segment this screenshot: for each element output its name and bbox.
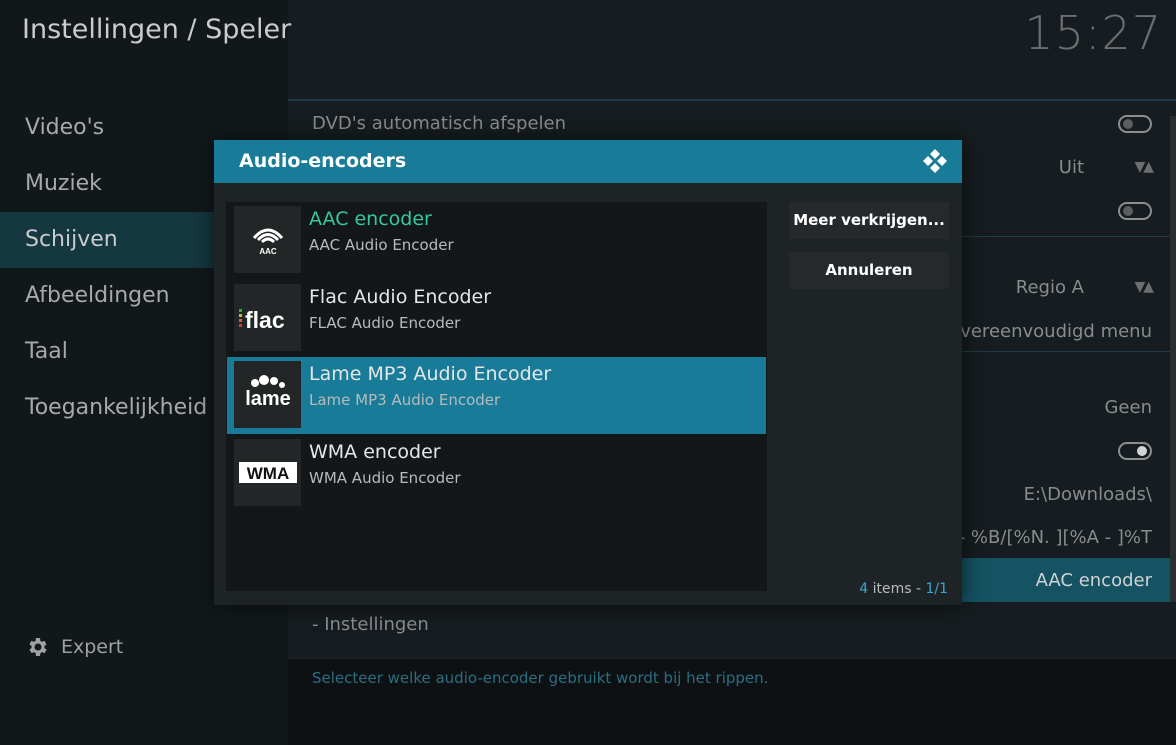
item-title: Flac Audio Encoder xyxy=(309,286,492,308)
spin-arrows-icon[interactable]: ▼▲ xyxy=(1134,279,1153,295)
svg-text:WMA: WMA xyxy=(246,464,288,483)
setting-row-dvd-autoplay[interactable]: DVD's automatisch afspelen xyxy=(288,101,1176,145)
setting-value-path: E:\Downloads\ xyxy=(1023,484,1152,505)
list-item-flac[interactable]: flac Flac Audio Encoder FLAC Audio Encod… xyxy=(227,280,766,357)
expert-label: Expert xyxy=(61,636,124,658)
setting-label-instellingen: - Instellingen xyxy=(312,614,429,635)
item-subtitle: FLAC Audio Encoder xyxy=(309,314,461,332)
scrollbar[interactable] xyxy=(1170,116,1176,602)
lame-logo: lame xyxy=(234,361,301,428)
item-title: WMA encoder xyxy=(309,441,441,463)
item-title: AAC encoder xyxy=(309,208,432,230)
aac-logo-icon: AAC xyxy=(252,228,283,256)
wma-logo-icon: WMA xyxy=(238,461,297,483)
item-title: Lame MP3 Audio Encoder xyxy=(309,363,552,385)
item-subtitle: AAC Audio Encoder xyxy=(309,236,454,254)
svg-text:AAC: AAC xyxy=(259,247,277,256)
spin-arrows-icon[interactable]: ▼▲ xyxy=(1134,159,1153,175)
setting-label-simplified-menu: n vereenvoudigd menu xyxy=(943,321,1152,342)
list-item-aac[interactable]: AAC AAC encoder AAC Audio Encoder xyxy=(227,202,766,279)
count-page: 1/1 xyxy=(925,581,948,597)
flac-logo: flac xyxy=(234,284,301,351)
flac-logo-icon: flac xyxy=(238,307,285,333)
gear-icon xyxy=(29,638,47,656)
page-title: Instellingen / Speler xyxy=(22,14,292,45)
dialog-title: Audio-encoders xyxy=(239,150,407,172)
count-items-label: items - xyxy=(868,581,926,597)
kodi-logo-icon xyxy=(923,149,947,173)
item-count: 4 items - 1/1 xyxy=(859,581,948,597)
setting-value-regio: Regio A xyxy=(1015,277,1084,298)
list-item-lame[interactable]: lame Lame MP3 Audio Encoder Lame MP3 Aud… xyxy=(227,357,766,434)
audio-encoders-dialog: Audio-encoders AAC AAC encoder AAC Audio… xyxy=(214,140,962,605)
item-subtitle: Lame MP3 Audio Encoder xyxy=(309,391,501,409)
cancel-button[interactable]: Annuleren xyxy=(789,252,949,289)
setting-label-dvd-autoplay: DVD's automatisch afspelen xyxy=(312,113,567,134)
setting-row-instellingen[interactable]: - Instellingen xyxy=(288,602,1176,646)
encoder-list: AAC AAC encoder AAC Audio Encoder flac F… xyxy=(226,202,767,591)
toggle-setting-2[interactable] xyxy=(1118,202,1152,220)
get-more-button[interactable]: Meer verkrijgen... xyxy=(789,202,949,239)
list-item-wma[interactable]: WMA WMA encoder WMA Audio Encoder xyxy=(227,435,766,512)
wma-logo: WMA xyxy=(234,439,301,506)
lame-logo-icon: lame xyxy=(245,374,291,410)
aac-logo: AAC xyxy=(234,206,301,273)
setting-value-uit: Uit xyxy=(1058,157,1084,178)
setting-value-encoder: AAC encoder xyxy=(1035,570,1152,591)
svg-text:flac: flac xyxy=(245,307,285,333)
button-panel: Meer verkrijgen... Annuleren xyxy=(784,202,952,591)
setting-hint: Selecteer welke audio-encoder gebruikt w… xyxy=(312,669,769,687)
setting-value-geen: Geen xyxy=(1104,397,1152,418)
clock: 15:27 xyxy=(1024,6,1162,60)
toggle-setting-3[interactable] xyxy=(1118,442,1152,460)
setting-value-format: A - %B/[%N. ][%A - ]%T xyxy=(940,527,1152,548)
count-num: 4 xyxy=(859,581,869,597)
dialog-header: Audio-encoders xyxy=(214,140,962,183)
toggle-dvd-autoplay[interactable] xyxy=(1118,115,1152,133)
item-subtitle: WMA Audio Encoder xyxy=(309,469,461,487)
svg-text:lame: lame xyxy=(245,388,291,410)
expert-level-button[interactable]: Expert xyxy=(25,635,123,659)
